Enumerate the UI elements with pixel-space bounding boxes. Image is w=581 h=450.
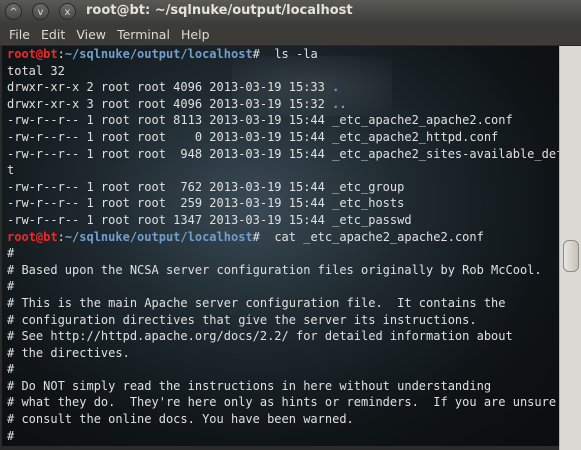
ls-meta: -rw-r--r-- 1 root root 948 2013-03-19 15…: [7, 146, 333, 161]
menu-view[interactable]: View: [73, 24, 109, 45]
prompt-line: root@bt:~/sqlnuke/output/localhost# ls -…: [7, 47, 318, 61]
ls-row: -rw-r--r-- 1 root root 259 2013-03-19 15…: [2, 195, 559, 212]
file-line: # Do NOT simply read the instructions in…: [7, 378, 492, 393]
terminal-output[interactable]: root@bt:~/sqlnuke/output/localhost# ls -…: [2, 46, 559, 446]
ls-meta: drwxr-xr-x 2 root root 4096 2013-03-19 1…: [7, 80, 333, 95]
prompt-path: ~/sqlnuke/output/localhost: [64, 47, 253, 61]
window-title: root@bt: ~/sqlnuke/output/localhost: [86, 3, 353, 18]
ls-meta: -rw-r--r-- 1 root root 1347 2013-03-19 1…: [7, 212, 333, 227]
ls-row: t: [2, 162, 559, 179]
ls-row: drwxr-xr-x 2 root root 4096 2013-03-19 1…: [2, 79, 559, 96]
maximize-button[interactable]: ^: [5, 3, 22, 20]
prompt-line: root@bt:~/sqlnuke/output/localhost# cat …: [7, 229, 484, 244]
prompt-user: root@bt: [7, 229, 58, 244]
ls-filename: _etc_apache2_sites-available_defaul: [332, 146, 559, 161]
ls-filename: t: [7, 163, 15, 178]
ls-filename: _etc_apache2_apache2.conf: [332, 113, 513, 128]
prompt-path: ~/sqlnuke/output/localhost: [64, 229, 253, 244]
ls-filename: _etc_apache2_httpd.conf: [332, 129, 499, 144]
title-bar[interactable]: ^ v x root@bt: ~/sqlnuke/output/localhos…: [0, 0, 581, 24]
command-text: cat _etc_apache2_apache2.conf: [267, 229, 484, 244]
terminal-window: ^ v x root@bt: ~/sqlnuke/output/localhos…: [0, 0, 581, 450]
file-line: #: [7, 362, 15, 377]
ls-row: -rw-r--r-- 1 root root 948 2013-03-19 15…: [2, 146, 559, 163]
file-line: # the directives.: [7, 345, 130, 360]
output-line: total 32: [7, 63, 65, 78]
ls-row: -rw-r--r-- 1 root root 762 2013-03-19 15…: [2, 179, 559, 196]
scrollbar-thumb[interactable]: [563, 240, 579, 272]
ls-meta: drwxr-xr-x 3 root root 4096 2013-03-19 1…: [7, 96, 333, 111]
minimize-button[interactable]: v: [32, 3, 49, 20]
file-line: #: [7, 428, 15, 443]
ls-meta: -rw-r--r-- 1 root root 8113 2013-03-19 1…: [7, 113, 333, 128]
close-button[interactable]: x: [59, 3, 76, 20]
file-line: # This is the main Apache server configu…: [7, 295, 506, 310]
ls-row: drwxr-xr-x 3 root root 4096 2013-03-19 1…: [2, 96, 559, 113]
file-line: #: [7, 246, 15, 261]
ls-row: -rw-r--r-- 1 root root 1347 2013-03-19 1…: [2, 212, 559, 229]
ls-meta: -rw-r--r-- 1 root root 0 2013-03-19 15:4…: [7, 129, 333, 144]
chevron-down-icon: v: [37, 7, 44, 18]
menu-file[interactable]: File: [6, 24, 33, 45]
ls-filename: _etc_group: [332, 179, 405, 194]
close-icon: x: [64, 7, 71, 18]
ls-filename: _etc_passwd: [332, 212, 412, 227]
command-text: ls -la: [267, 47, 318, 61]
ls-filename: ..: [332, 96, 347, 111]
chevron-up-icon: ^: [9, 7, 18, 18]
menu-terminal[interactable]: Terminal: [114, 24, 173, 45]
ls-row: -rw-r--r-- 1 root root 8113 2013-03-19 1…: [2, 112, 559, 129]
ls-filename: .: [332, 80, 340, 95]
ls-meta: -rw-r--r-- 1 root root 762 2013-03-19 15…: [7, 179, 333, 194]
menu-edit[interactable]: Edit: [38, 24, 68, 45]
vertical-scrollbar[interactable]: [559, 46, 581, 450]
ls-meta: -rw-r--r-- 1 root root 259 2013-03-19 15…: [7, 196, 333, 211]
menu-bar: File Edit View Terminal Help: [0, 24, 581, 46]
file-line: #: [7, 279, 15, 294]
file-line: # consult the online docs. You have been…: [7, 412, 354, 427]
prompt-user: root@bt: [7, 47, 58, 61]
file-line: # configuration directives that give the…: [7, 312, 477, 327]
file-line: # See http://httpd.apache.org/docs/2.2/ …: [7, 329, 513, 344]
file-line: # what they do. They're here only as hin…: [7, 395, 557, 410]
file-line: # Based upon the NCSA server configurati…: [7, 262, 542, 277]
ls-filename: _etc_hosts: [332, 196, 405, 211]
ls-row: -rw-r--r-- 1 root root 0 2013-03-19 15:4…: [2, 129, 559, 146]
menu-help[interactable]: Help: [178, 24, 213, 45]
